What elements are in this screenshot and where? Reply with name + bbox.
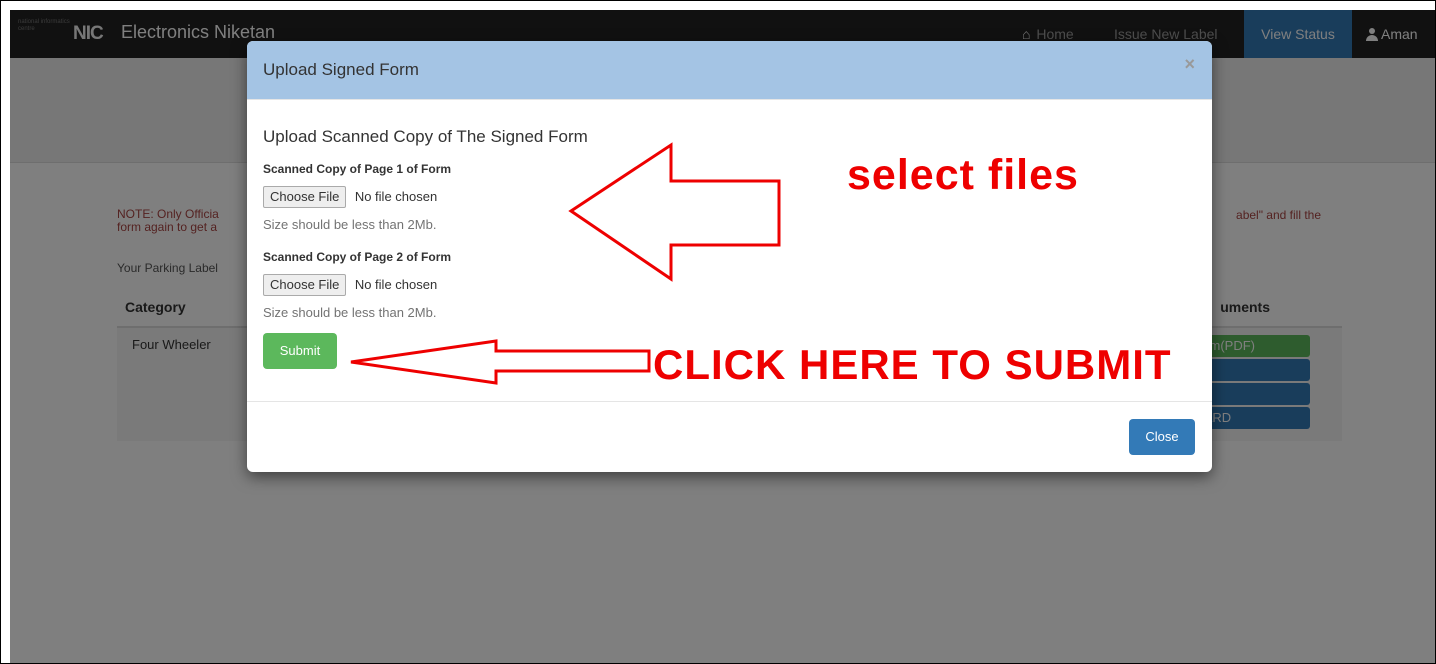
upload-heading: Upload Scanned Copy of The Signed Form — [263, 127, 588, 146]
choose-file-button-page2[interactable]: Choose File — [263, 274, 347, 296]
page1-label: Scanned Copy of Page 1 of Form — [263, 162, 452, 176]
browser-frame: national informatics centre NIC Electron… — [0, 0, 1436, 664]
choose-file-button-page1[interactable]: Choose File — [263, 186, 347, 208]
close-icon[interactable]: × — [1184, 54, 1195, 75]
close-button[interactable]: Close — [1129, 419, 1195, 455]
modal-title: Upload Signed Form — [263, 60, 419, 79]
modal-footer-divider — [247, 401, 1212, 402]
submit-button[interactable]: Submit — [263, 333, 337, 369]
page1-file-status: No file chosen — [354, 189, 438, 204]
page2-help-text: Size should be less than 2Mb. — [263, 305, 437, 320]
upload-modal: Upload Signed Form × Upload Scanned Copy… — [247, 41, 1212, 472]
select-files-annotation: select files — [847, 151, 1079, 199]
page2-file-status: No file chosen — [354, 277, 438, 292]
page2-label: Scanned Copy of Page 2 of Form — [263, 250, 452, 264]
page1-help-text: Size should be less than 2Mb. — [263, 217, 437, 232]
page1-file-input[interactable]: Choose File No file chosen — [263, 186, 437, 208]
modal-header: Upload Signed Form × — [247, 41, 1212, 100]
page2-file-input[interactable]: Choose File No file chosen — [263, 274, 437, 296]
click-here-annotation: CLICK HERE TO SUBMIT — [653, 341, 1172, 388]
